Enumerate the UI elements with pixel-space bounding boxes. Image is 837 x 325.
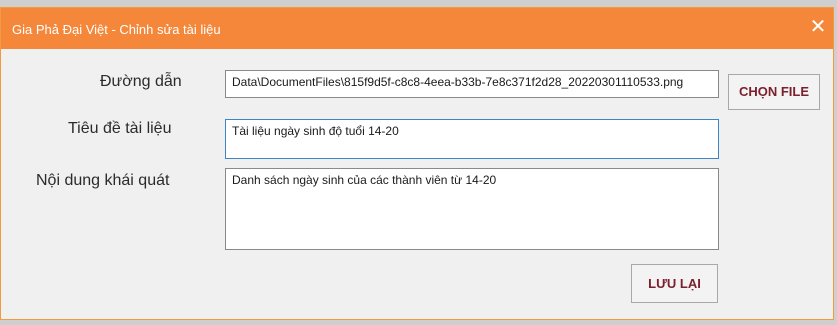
screen-background: Gia Phả Đại Việt - Chỉnh sửa tài liệu ✕ …	[0, 0, 837, 325]
close-icon[interactable]: ✕	[807, 14, 829, 40]
summary-textarea[interactable]: Danh sách ngày sinh của các thành viên t…	[225, 168, 719, 250]
title-bar[interactable]: Gia Phả Đại Việt - Chỉnh sửa tài liệu ✕	[1, 8, 833, 49]
path-field[interactable]: Data\DocumentFiles\815f9d5f-c8c8-4eea-b3…	[225, 70, 719, 98]
document-title-label: Tiêu đề tài liệu	[68, 120, 172, 137]
edit-document-dialog: Gia Phả Đại Việt - Chỉnh sửa tài liệu ✕ …	[0, 7, 834, 320]
window-title: Gia Phả Đại Việt - Chỉnh sửa tài liệu	[12, 22, 221, 37]
choose-file-button[interactable]: CHỌN FILE	[728, 74, 820, 110]
path-label: Đường dẫn	[100, 73, 182, 90]
save-button[interactable]: LƯU LẠI	[631, 264, 718, 303]
document-title-input[interactable]: Tài liệu ngày sinh độ tuổi 14-20	[225, 119, 719, 159]
summary-label: Nội dung khái quát	[36, 172, 170, 189]
